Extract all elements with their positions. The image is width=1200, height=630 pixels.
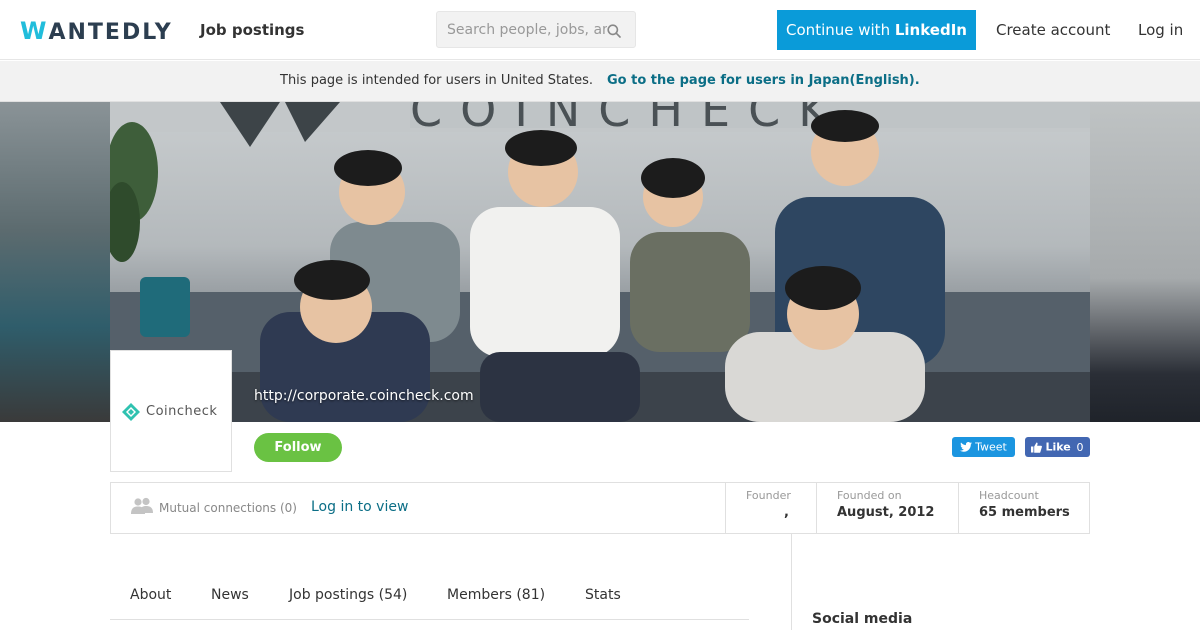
svg-text:COINCHECK: COINCHECK bbox=[410, 102, 846, 137]
facebook-like-button[interactable]: Like 0 bbox=[1025, 437, 1090, 457]
cover-blur-left bbox=[0, 102, 110, 422]
team-photo-illustration: COINCHECK bbox=[110, 102, 1090, 422]
region-notice-bar: This page is intended for users in Unite… bbox=[0, 61, 1200, 102]
create-account-link[interactable]: Create account bbox=[996, 21, 1110, 39]
japan-page-link[interactable]: Go to the page for users in Japan(Englis… bbox=[607, 73, 920, 88]
company-logo[interactable]: Coincheck bbox=[110, 350, 232, 472]
log-in-link[interactable]: Log in bbox=[1138, 21, 1183, 39]
cover-blur-right bbox=[1090, 102, 1200, 422]
tab-members[interactable]: Members (81) bbox=[447, 587, 545, 603]
coincheck-diamond-icon bbox=[122, 403, 140, 421]
linkedin-button-brand: LinkedIn bbox=[894, 21, 967, 39]
company-website-link[interactable]: http://corporate.coincheck.com bbox=[254, 388, 474, 404]
top-header: WANTEDLY Job postings Continue with Link… bbox=[0, 0, 1200, 60]
tweet-label: Tweet bbox=[975, 440, 1007, 454]
search-box bbox=[436, 11, 636, 48]
company-tabs: About News Job postings (54) Members (81… bbox=[110, 572, 749, 620]
headcount-stat: Headcount 65 members bbox=[958, 483, 1089, 533]
tweet-button[interactable]: Tweet bbox=[952, 437, 1015, 457]
social-media-heading: Social media bbox=[812, 611, 913, 627]
founded-on-stat: Founded on August, 2012 bbox=[816, 483, 958, 533]
twitter-bird-icon bbox=[960, 442, 973, 452]
follow-button[interactable]: Follow bbox=[254, 433, 342, 462]
founder-label: Founder bbox=[746, 489, 791, 502]
log-in-to-view-link[interactable]: Log in to view bbox=[311, 499, 408, 515]
sidebar-divider bbox=[791, 534, 792, 630]
search-input[interactable] bbox=[447, 20, 607, 40]
linkedin-button-prefix: Continue with bbox=[786, 21, 895, 39]
company-logo-name: Coincheck bbox=[146, 404, 218, 419]
mutual-connections-label: Mutual connections (0) bbox=[159, 501, 297, 515]
founded-on-label: Founded on bbox=[837, 489, 902, 502]
tab-news[interactable]: News bbox=[211, 587, 249, 603]
headcount-label: Headcount bbox=[979, 489, 1039, 502]
founded-on-value: August, 2012 bbox=[837, 505, 935, 520]
search-icon[interactable] bbox=[607, 24, 621, 38]
tab-stats[interactable]: Stats bbox=[585, 587, 621, 603]
continue-with-linkedin-button[interactable]: Continue with LinkedIn bbox=[777, 10, 976, 50]
like-count: 0 bbox=[1076, 440, 1084, 454]
founder-stat: Founder , bbox=[725, 483, 817, 533]
cover-photo: COINCHECK bbox=[110, 102, 1090, 422]
like-label: Like bbox=[1045, 440, 1071, 454]
company-info-bar: Mutual connections (0) Log in to view Fo… bbox=[110, 482, 1090, 534]
region-notice-text: This page is intended for users in Unite… bbox=[280, 73, 594, 88]
tab-about[interactable]: About bbox=[130, 587, 171, 603]
wantedly-logo[interactable]: WANTEDLY bbox=[20, 17, 173, 45]
tab-job-postings[interactable]: Job postings (54) bbox=[289, 587, 407, 603]
nav-job-postings[interactable]: Job postings bbox=[200, 21, 304, 39]
founder-value: , bbox=[784, 505, 789, 520]
thumbs-up-icon bbox=[1031, 442, 1043, 453]
headcount-value: 65 members bbox=[979, 505, 1070, 520]
people-icon bbox=[131, 497, 153, 514]
